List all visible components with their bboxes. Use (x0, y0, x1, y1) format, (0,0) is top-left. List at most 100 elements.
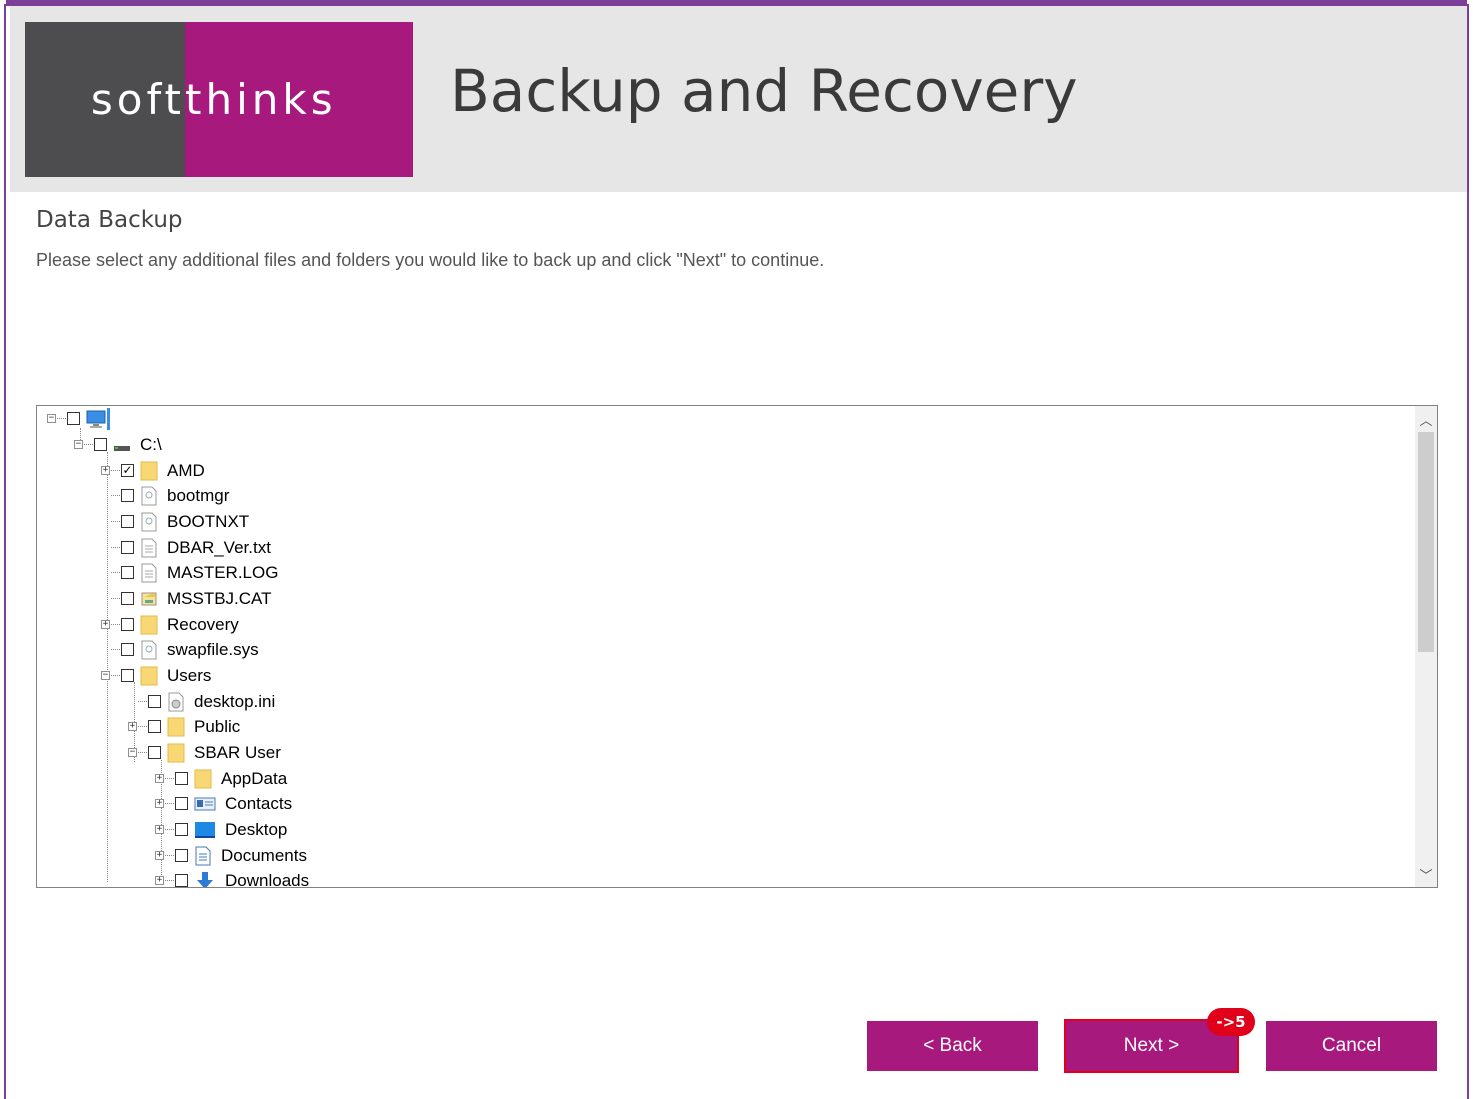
tree-checkbox[interactable] (175, 823, 188, 836)
desktop-icon (194, 820, 216, 840)
tree-item[interactable]: desktop.ini (128, 689, 275, 714)
folder-icon (167, 717, 185, 737)
system-file-icon (140, 512, 158, 532)
tree-item-label: BOOTNXT (167, 511, 250, 531)
tree-checkbox[interactable] (175, 849, 188, 862)
folder-icon (194, 769, 212, 789)
back-button[interactable]: < Back (867, 1021, 1038, 1071)
tree-item-label: MASTER.LOG (167, 562, 279, 582)
tree-checkbox[interactable] (121, 566, 134, 579)
collapse-icon[interactable]: − (47, 414, 56, 423)
text-file-icon (140, 538, 158, 558)
tree-checkbox[interactable] (121, 489, 134, 502)
instructions-text: Please select any additional files and f… (36, 250, 825, 270)
tree-item[interactable]: BOOTNXT (101, 509, 249, 534)
expand-icon[interactable]: + (155, 851, 164, 860)
tree-item-label: DBAR_Ver.txt (167, 537, 271, 557)
collapse-icon[interactable]: − (74, 440, 83, 449)
drive-icon (113, 435, 131, 455)
tree-item[interactable]: + ✓ AMD (101, 458, 205, 483)
tree-item[interactable]: + Documents (155, 843, 307, 868)
scroll-down-icon[interactable]: ﹀ (1415, 863, 1437, 885)
step-badge: ->5 (1207, 1008, 1255, 1036)
system-file-icon (140, 486, 158, 506)
softthinks-logo: soft thinks (25, 22, 413, 177)
tree-item-label: Users (167, 665, 212, 685)
expand-icon[interactable]: + (101, 620, 110, 629)
downloads-icon (194, 871, 216, 887)
tree-item[interactable]: + Downloads (155, 868, 310, 888)
file-tree[interactable]: − − C:\ + ✓ AMD bootmgr BOOTNXT DBAR_Ver.txt MAS… (36, 405, 1438, 888)
tree-checkbox[interactable] (175, 874, 188, 887)
tree-item-label: Downloads (225, 870, 310, 888)
system-file-icon (140, 640, 158, 660)
tree-item[interactable]: + Contacts (155, 791, 292, 816)
tree-checkbox[interactable] (94, 438, 107, 451)
tree-checkbox[interactable] (148, 695, 161, 708)
settings-file-icon (167, 692, 185, 712)
tree-item-label: Desktop (225, 819, 288, 839)
tree-checkbox[interactable] (121, 618, 134, 631)
expand-icon[interactable]: + (128, 722, 137, 731)
folder-icon (167, 743, 185, 763)
folder-icon (140, 615, 158, 635)
tree-checkbox[interactable] (121, 515, 134, 528)
cancel-button[interactable]: Cancel (1266, 1021, 1437, 1071)
tree-item[interactable]: MASTER.LOG (101, 560, 278, 585)
tree-item-label: Recovery (167, 614, 239, 634)
tree-item[interactable]: + Desktop (155, 817, 287, 842)
tree-item-label: Contacts (225, 793, 293, 813)
expand-icon[interactable]: + (155, 774, 164, 783)
tree-item[interactable]: + Public (128, 714, 240, 739)
tree-item-label: AppData (221, 768, 288, 788)
tree-item-label: C:\ (140, 434, 162, 454)
computer-icon (86, 409, 106, 429)
tree-checkbox[interactable] (148, 720, 161, 733)
tree-item-label: desktop.ini (194, 691, 276, 711)
app-title: Backup and Recovery (450, 57, 1078, 125)
logo-thinks: thinks (185, 22, 413, 177)
folder-icon (140, 666, 158, 686)
tree-item[interactable]: − Users (101, 663, 211, 688)
tree-item[interactable]: − C:\ (74, 432, 162, 457)
text-file-icon (140, 563, 158, 583)
tree-item-label: bootmgr (167, 485, 230, 505)
collapse-icon[interactable]: − (128, 748, 137, 757)
catalog-file-icon (140, 589, 158, 609)
folder-icon (140, 461, 158, 481)
contacts-icon (194, 794, 216, 814)
tree-checkbox[interactable] (121, 669, 134, 682)
tree-item-label: AMD (167, 460, 205, 480)
expand-icon[interactable]: + (101, 466, 110, 475)
tree-root-computer[interactable]: − (47, 406, 110, 431)
scrollbar-thumb[interactable] (1418, 432, 1434, 652)
tree-item[interactable]: + AppData (155, 766, 287, 791)
tree-item[interactable]: bootmgr (101, 483, 229, 508)
tree-item[interactable]: MSSTBJ.CAT (101, 586, 272, 611)
tree-checkbox[interactable] (148, 746, 161, 759)
tree-item[interactable]: DBAR_Ver.txt (101, 535, 271, 560)
tree-checkbox[interactable] (175, 772, 188, 785)
tree-checkbox[interactable] (175, 797, 188, 810)
tree-item[interactable]: + Recovery (101, 612, 239, 637)
tree-item-label: Public (194, 716, 241, 736)
page-heading: Data Backup (36, 207, 183, 233)
vertical-scrollbar[interactable]: ︿ ﹀ (1415, 406, 1437, 887)
expand-icon[interactable]: + (155, 825, 164, 834)
tree-item-label: Documents (221, 845, 307, 865)
tree-item-label: SBAR User (194, 742, 281, 762)
expand-icon[interactable]: + (155, 876, 164, 885)
documents-icon (194, 846, 212, 866)
scroll-up-icon[interactable]: ︿ (1415, 408, 1437, 430)
collapse-icon[interactable]: − (101, 671, 110, 680)
tree-checkbox[interactable] (121, 592, 134, 605)
expand-icon[interactable]: + (155, 799, 164, 808)
tree-item[interactable]: swapfile.sys (101, 637, 259, 662)
tree-item-label: MSSTBJ.CAT (167, 588, 272, 608)
tree-checkbox[interactable] (121, 643, 134, 656)
tree-item[interactable]: − SBAR User (128, 740, 281, 765)
tree-checkbox[interactable]: ✓ (121, 464, 134, 477)
tree-item-label: swapfile.sys (167, 639, 259, 659)
tree-checkbox[interactable] (121, 541, 134, 554)
tree-checkbox[interactable] (67, 412, 80, 425)
